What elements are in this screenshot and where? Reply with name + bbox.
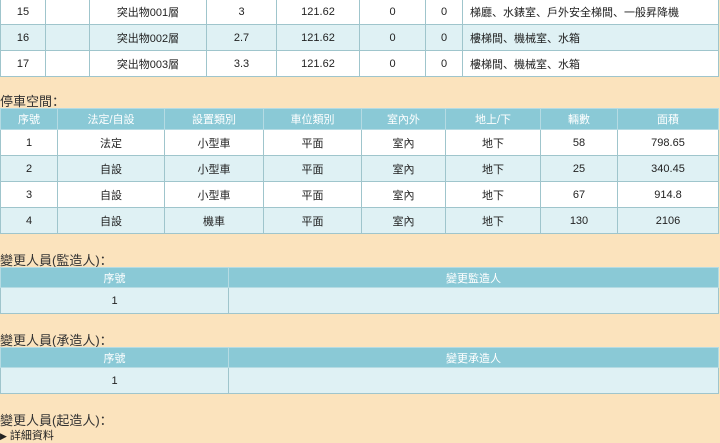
table-row: 1 法定 小型車 平面 室內 地下 58 798.65 (0, 129, 719, 156)
table-cell: 4 (0, 207, 58, 234)
table-cell: 平面 (263, 129, 362, 156)
column-header: 變更監造人 (228, 267, 719, 288)
table-row: 1 (0, 287, 719, 314)
details-label: 詳細資料 (9, 430, 54, 442)
table-row: 1 (0, 367, 719, 394)
floor-use: 樓梯間、機械室、水箱 (462, 50, 719, 77)
table-header-row: 序號 變更承造人 (0, 347, 719, 368)
floor-area: 121.62 (276, 50, 360, 77)
supervisor-table: 序號 變更監造人 1 (0, 267, 719, 314)
floor-value: 0 (359, 24, 426, 51)
table-cell: 914.8 (617, 181, 719, 208)
contractor-table: 序號 變更承造人 1 (0, 347, 719, 394)
floor-name: 突出物002層 (89, 24, 207, 51)
table-row: 3 自設 小型車 平面 室內 地下 67 914.8 (0, 181, 719, 208)
column-header: 車位類別 (263, 108, 362, 130)
table-cell: 58 (540, 129, 618, 156)
table-cell: 室內 (361, 181, 446, 208)
table-cell: 自設 (57, 155, 165, 182)
floor-no: 16 (0, 24, 46, 51)
floor-no: 17 (0, 50, 46, 77)
floor-height: 3.3 (206, 50, 277, 77)
floor-no: 15 (0, 0, 46, 25)
table-cell: 室內 (361, 207, 446, 234)
triangle-right-icon: ▶ (0, 431, 7, 441)
table-row: 15 突出物001層 3 121.62 0 0 梯廳、水錶室、戶外安全梯間、一般… (0, 0, 719, 25)
column-header: 輛數 (540, 108, 618, 130)
table-cell: 地下 (445, 207, 541, 234)
column-header: 序號 (0, 347, 229, 368)
floor-area: 121.62 (276, 0, 360, 25)
table-cell: 平面 (263, 181, 362, 208)
table-cell: 2106 (617, 207, 719, 234)
table-cell: 1 (0, 129, 58, 156)
table-cell: 法定 (57, 129, 165, 156)
table-cell: 130 (540, 207, 618, 234)
table-row: 2 自設 小型車 平面 室內 地下 25 340.45 (0, 155, 719, 182)
table-cell: 2 (0, 155, 58, 182)
table-cell: 3 (0, 181, 58, 208)
floor-value: 0 (359, 50, 426, 77)
floor-use: 梯廳、水錶室、戶外安全梯間、一般昇降機 (462, 0, 719, 25)
floor-value: 0 (425, 24, 463, 51)
floor-height: 3 (206, 0, 277, 25)
table-cell: 室內 (361, 129, 446, 156)
table-cell: 地下 (445, 155, 541, 182)
parking-table: 序號 法定/自設 設置類別 車位類別 室內外 地上/下 輛數 面積 1 法定 小… (0, 108, 719, 234)
table-cell: 1 (0, 367, 229, 394)
column-header: 室內外 (361, 108, 446, 130)
floor-height: 2.7 (206, 24, 277, 51)
column-header: 設置類別 (164, 108, 264, 130)
table-row: 4 自設 機車 平面 室內 地下 130 2106 (0, 207, 719, 234)
table-cell (228, 367, 719, 394)
table-cell: 798.65 (617, 129, 719, 156)
table-cell: 平面 (263, 207, 362, 234)
table-cell: 1 (0, 287, 229, 314)
floor-blank (45, 24, 90, 51)
floor-blank (45, 0, 90, 25)
floor-name: 突出物001層 (89, 0, 207, 25)
column-header: 地上/下 (445, 108, 541, 130)
table-cell: 小型車 (164, 181, 264, 208)
table-cell: 小型車 (164, 155, 264, 182)
table-cell: 地下 (445, 129, 541, 156)
table-cell: 25 (540, 155, 618, 182)
table-cell: 小型車 (164, 129, 264, 156)
floor-blank (45, 50, 90, 77)
table-cell: 67 (540, 181, 618, 208)
table-header-row: 序號 變更監造人 (0, 267, 719, 288)
floors-table: 15 突出物001層 3 121.62 0 0 梯廳、水錶室、戶外安全梯間、一般… (0, 0, 719, 77)
floor-area: 121.62 (276, 24, 360, 51)
column-header: 法定/自設 (57, 108, 165, 130)
table-cell: 地下 (445, 181, 541, 208)
table-row: 17 突出物003層 3.3 121.62 0 0 樓梯間、機械室、水箱 (0, 50, 719, 77)
table-header-row: 序號 法定/自設 設置類別 車位類別 室內外 地上/下 輛數 面積 (0, 108, 719, 130)
table-row: 16 突出物002層 2.7 121.62 0 0 樓梯間、機械室、水箱 (0, 24, 719, 51)
table-cell: 自設 (57, 181, 165, 208)
table-cell (228, 287, 719, 314)
floor-name: 突出物003層 (89, 50, 207, 77)
table-cell: 平面 (263, 155, 362, 182)
table-cell: 機車 (164, 207, 264, 234)
floor-value: 0 (359, 0, 426, 25)
table-cell: 340.45 (617, 155, 719, 182)
floor-value: 0 (425, 0, 463, 25)
column-header: 面積 (617, 108, 719, 130)
floor-value: 0 (425, 50, 463, 77)
floor-use: 樓梯間、機械室、水箱 (462, 24, 719, 51)
table-cell: 自設 (57, 207, 165, 234)
table-cell: 室內 (361, 155, 446, 182)
column-header: 序號 (0, 108, 58, 130)
column-header: 變更承造人 (228, 347, 719, 368)
column-header: 序號 (0, 267, 229, 288)
